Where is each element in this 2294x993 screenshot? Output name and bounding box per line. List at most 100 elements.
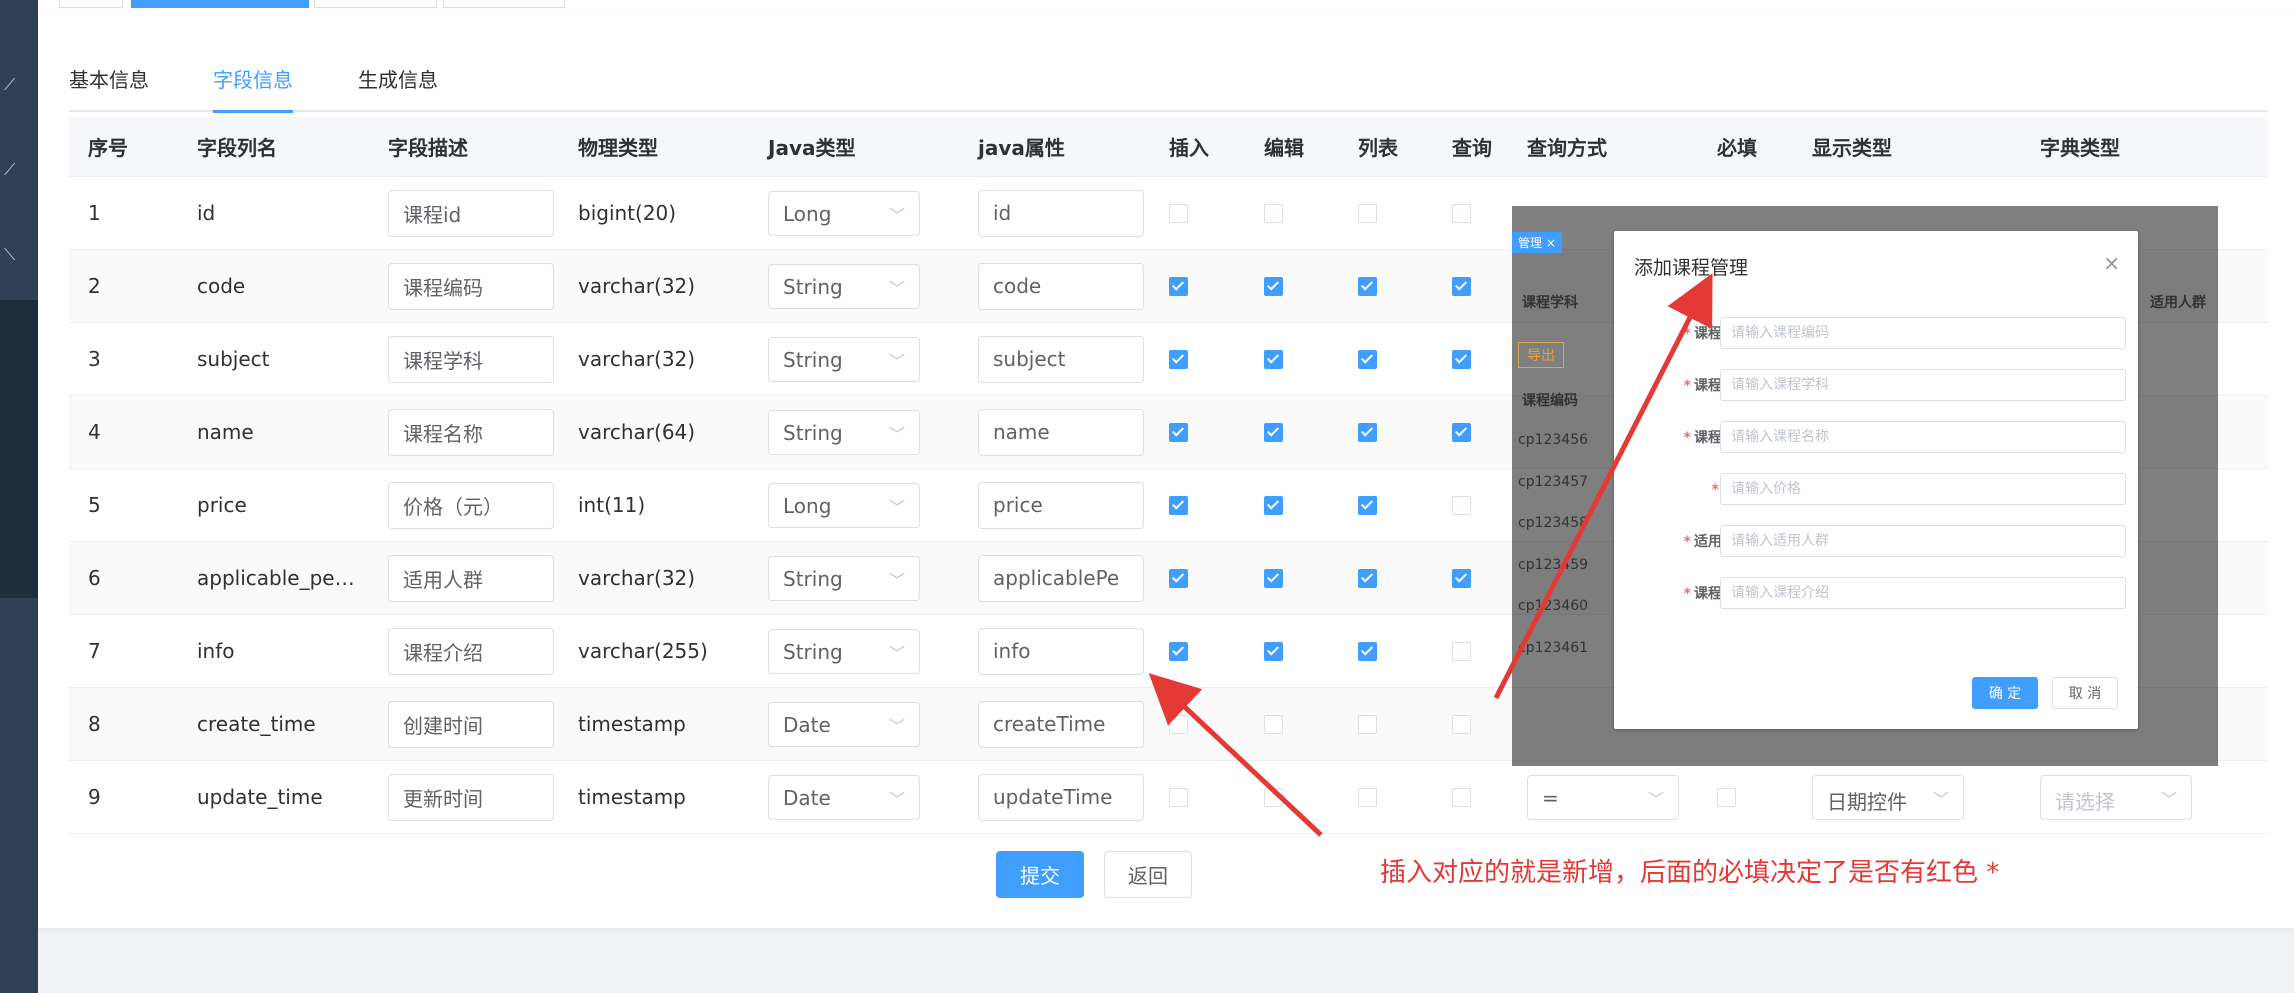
submit-button[interactable]: 提交 (996, 851, 1084, 898)
checkbox[interactable] (1452, 422, 1471, 442)
checkbox[interactable] (1264, 203, 1283, 223)
checkbox[interactable] (1452, 495, 1471, 515)
checkbox[interactable] (1452, 787, 1471, 807)
physical-type: varchar(255) (559, 614, 749, 688)
java-prop-input[interactable] (978, 189, 1144, 237)
checkbox[interactable] (1358, 203, 1377, 223)
java-prop-input[interactable] (978, 408, 1144, 456)
checkbox[interactable] (1452, 203, 1471, 223)
checkbox[interactable] (1452, 276, 1471, 296)
query-mode-select[interactable]: = ﹀ (1527, 774, 1679, 820)
checkbox[interactable] (1169, 641, 1188, 661)
view-tab[interactable] (443, 0, 565, 8)
chevron-icon[interactable]: ⟍ (4, 245, 15, 265)
tab-field-info[interactable]: 字段信息 (213, 64, 293, 113)
checkbox[interactable] (1358, 714, 1377, 734)
form-input[interactable] (1720, 369, 2126, 401)
java-type-select[interactable]: String ﹀ (768, 263, 920, 309)
checkbox[interactable] (1169, 203, 1188, 223)
java-type-select[interactable]: Long ﹀ (768, 482, 920, 528)
java-prop-input[interactable] (978, 554, 1144, 602)
form-input[interactable] (1720, 577, 2126, 609)
java-prop-input[interactable] (978, 481, 1144, 529)
tab-basic-info[interactable]: 基本信息 (69, 64, 149, 110)
chevron-icon[interactable]: ⟋ (4, 160, 15, 180)
java-type-cell: Long ﹀ (749, 176, 959, 250)
select-value: String (783, 420, 843, 445)
checkbox[interactable] (1169, 495, 1188, 515)
checkbox[interactable] (1264, 422, 1283, 442)
description-input[interactable] (388, 408, 554, 456)
java-type-select[interactable]: String ﹀ (768, 336, 920, 382)
form-input[interactable] (1720, 473, 2126, 505)
description-input[interactable] (388, 481, 554, 529)
column-header: 字段列名 (178, 117, 369, 177)
description-input[interactable] (388, 700, 554, 748)
column-name: create_time (178, 687, 369, 761)
description-input[interactable] (388, 773, 554, 821)
checkbox[interactable] (1169, 349, 1188, 369)
checkbox[interactable] (1169, 568, 1188, 588)
column-name: id (178, 176, 369, 250)
java-type-select[interactable]: String ﹀ (768, 409, 920, 455)
tab-gen-info[interactable]: 生成信息 (358, 64, 438, 110)
edit-cell (1245, 176, 1339, 250)
form-input[interactable] (1720, 317, 2126, 349)
dict-type-select[interactable]: 请选择 ﹀ (2040, 774, 2192, 820)
checkbox[interactable] (1264, 641, 1283, 661)
java-type-select[interactable]: String ﹀ (768, 555, 920, 601)
list-cell (1339, 322, 1433, 396)
checkbox[interactable] (1169, 787, 1188, 807)
checkbox[interactable] (1264, 568, 1283, 588)
select-value: = (1542, 785, 1559, 810)
dialog-cancel-button[interactable]: 取 消 (2052, 677, 2118, 709)
checkbox[interactable] (1169, 276, 1188, 296)
checkbox[interactable] (1358, 495, 1377, 515)
checkbox[interactable] (1452, 349, 1471, 369)
form-input[interactable] (1720, 421, 2126, 453)
checkbox[interactable] (1358, 641, 1377, 661)
checkbox[interactable] (1452, 641, 1471, 661)
description-input[interactable] (388, 335, 554, 383)
view-tab[interactable] (59, 0, 123, 8)
java-prop-input[interactable] (978, 700, 1144, 748)
java-prop-input[interactable] (978, 335, 1144, 383)
description-input[interactable] (388, 554, 554, 602)
description-input[interactable] (388, 262, 554, 310)
checkbox[interactable] (1358, 349, 1377, 369)
close-icon[interactable]: × (2103, 251, 2120, 275)
checkbox[interactable] (1717, 787, 1736, 807)
sidebar-active-section (0, 300, 38, 598)
checkbox[interactable] (1264, 349, 1283, 369)
checkbox[interactable] (1169, 714, 1188, 734)
java-prop-input[interactable] (978, 262, 1144, 310)
java-prop-input[interactable] (978, 773, 1144, 821)
chevron-icon[interactable]: ⟋ (4, 75, 15, 95)
checkbox[interactable] (1264, 495, 1283, 515)
checkbox[interactable] (1452, 568, 1471, 588)
back-button[interactable]: 返回 (1104, 851, 1192, 898)
java-type-select[interactable]: Date ﹀ (768, 701, 920, 747)
view-tab[interactable] (314, 0, 437, 8)
checkbox[interactable] (1264, 276, 1283, 296)
checkbox[interactable] (1358, 787, 1377, 807)
java-type-cell: String ﹀ (749, 541, 959, 615)
checkbox[interactable] (1358, 422, 1377, 442)
description-input[interactable] (388, 627, 554, 675)
checkbox[interactable] (1358, 568, 1377, 588)
row-index: 5 (69, 468, 178, 542)
description-input[interactable] (388, 189, 554, 237)
java-type-select[interactable]: String ﹀ (768, 628, 920, 674)
view-tab-active[interactable] (131, 0, 309, 8)
form-input[interactable] (1720, 525, 2126, 557)
checkbox[interactable] (1452, 714, 1471, 734)
dialog-ok-button[interactable]: 确 定 (1972, 677, 2038, 709)
java-type-select[interactable]: Long ﹀ (768, 190, 920, 236)
checkbox[interactable] (1358, 276, 1377, 296)
checkbox[interactable] (1264, 714, 1283, 734)
display-type-select[interactable]: 日期控件 ﹀ (1812, 774, 1964, 820)
java-prop-input[interactable] (978, 627, 1144, 675)
checkbox[interactable] (1169, 422, 1188, 442)
checkbox[interactable] (1264, 787, 1283, 807)
java-type-select[interactable]: Date ﹀ (768, 774, 920, 820)
